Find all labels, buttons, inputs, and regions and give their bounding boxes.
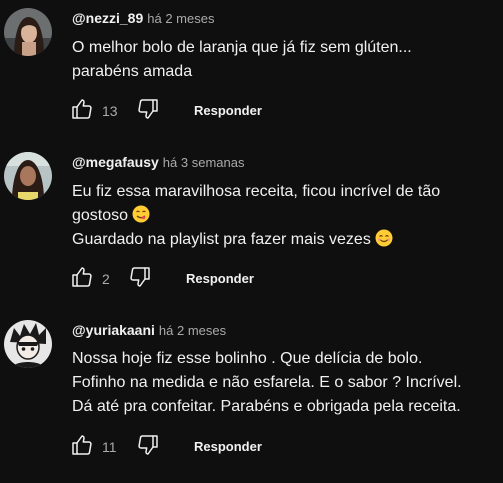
comment-line: O melhor bolo de laranja que já fiz sem …	[72, 39, 412, 56]
comment-text: O melhor bolo de laranja que já fiz sem …	[72, 36, 500, 84]
comment-header: @yuriakaani há 2 meses	[72, 320, 226, 340]
avatar[interactable]	[4, 152, 52, 200]
avatar[interactable]	[4, 8, 52, 56]
author-name[interactable]: @megafausy	[72, 154, 159, 170]
comment-line: parabéns amada	[72, 63, 193, 80]
thumbs-down-icon	[136, 97, 160, 126]
thumbs-up-icon	[70, 433, 94, 462]
comment-line: Guardado na playlist pra fazer mais veze…	[72, 231, 371, 248]
like-button[interactable]	[66, 263, 98, 295]
like-button[interactable]	[66, 431, 98, 463]
thumbs-up-icon	[70, 97, 94, 126]
comment-actions: 11 Responder	[66, 431, 326, 463]
face-savoring-food-emoji	[132, 205, 150, 223]
reply-button[interactable]: Responder	[194, 431, 262, 463]
comment-actions: 13 Responder	[66, 95, 326, 127]
comment-time[interactable]: há 2 meses	[159, 323, 226, 338]
comment-actions: 2 Responder	[66, 263, 326, 295]
comment-time[interactable]: há 3 semanas	[163, 155, 245, 170]
comment-line: Fofinho na medida e não esfarela. E o sa…	[72, 374, 462, 391]
thumbs-down-icon	[128, 265, 152, 294]
comment-header: @megafausy há 3 semanas	[72, 152, 244, 172]
comment-text: Nossa hoje fiz esse bolinho . Que delíci…	[72, 347, 500, 419]
reply-button[interactable]: Responder	[194, 95, 262, 127]
dislike-button[interactable]	[124, 263, 156, 295]
dislike-button[interactable]	[132, 95, 164, 127]
avatar[interactable]	[4, 320, 52, 368]
author-name[interactable]: @nezzi_89	[72, 10, 143, 26]
comment-line: Nossa hoje fiz esse bolinho . Que delíci…	[72, 350, 423, 367]
like-button[interactable]	[66, 95, 98, 127]
comment-time[interactable]: há 2 meses	[147, 11, 214, 26]
comment-line-with-emoji: gostoso	[72, 204, 500, 228]
comment-line: Eu fiz essa maravilhosa receita, ficou i…	[72, 183, 441, 200]
comment-line: Dá até pra confeitar. Parabéns e obrigad…	[72, 398, 461, 415]
comment-line: gostoso	[72, 207, 129, 224]
like-count: 2	[102, 271, 110, 287]
reply-button[interactable]: Responder	[186, 263, 254, 295]
dislike-button[interactable]	[132, 431, 164, 463]
like-count: 13	[102, 103, 118, 119]
comment-header: @nezzi_89 há 2 meses	[72, 8, 214, 28]
comment-text: Eu fiz essa maravilhosa receita, ficou i…	[72, 180, 500, 252]
author-name[interactable]: @yuriakaani	[72, 322, 155, 338]
like-count: 11	[102, 439, 117, 455]
comment-line-with-emoji: Guardado na playlist pra fazer mais veze…	[72, 228, 500, 252]
smiling-face-emoji	[375, 229, 393, 247]
thumbs-down-icon	[136, 433, 160, 462]
thumbs-up-icon	[70, 265, 94, 294]
